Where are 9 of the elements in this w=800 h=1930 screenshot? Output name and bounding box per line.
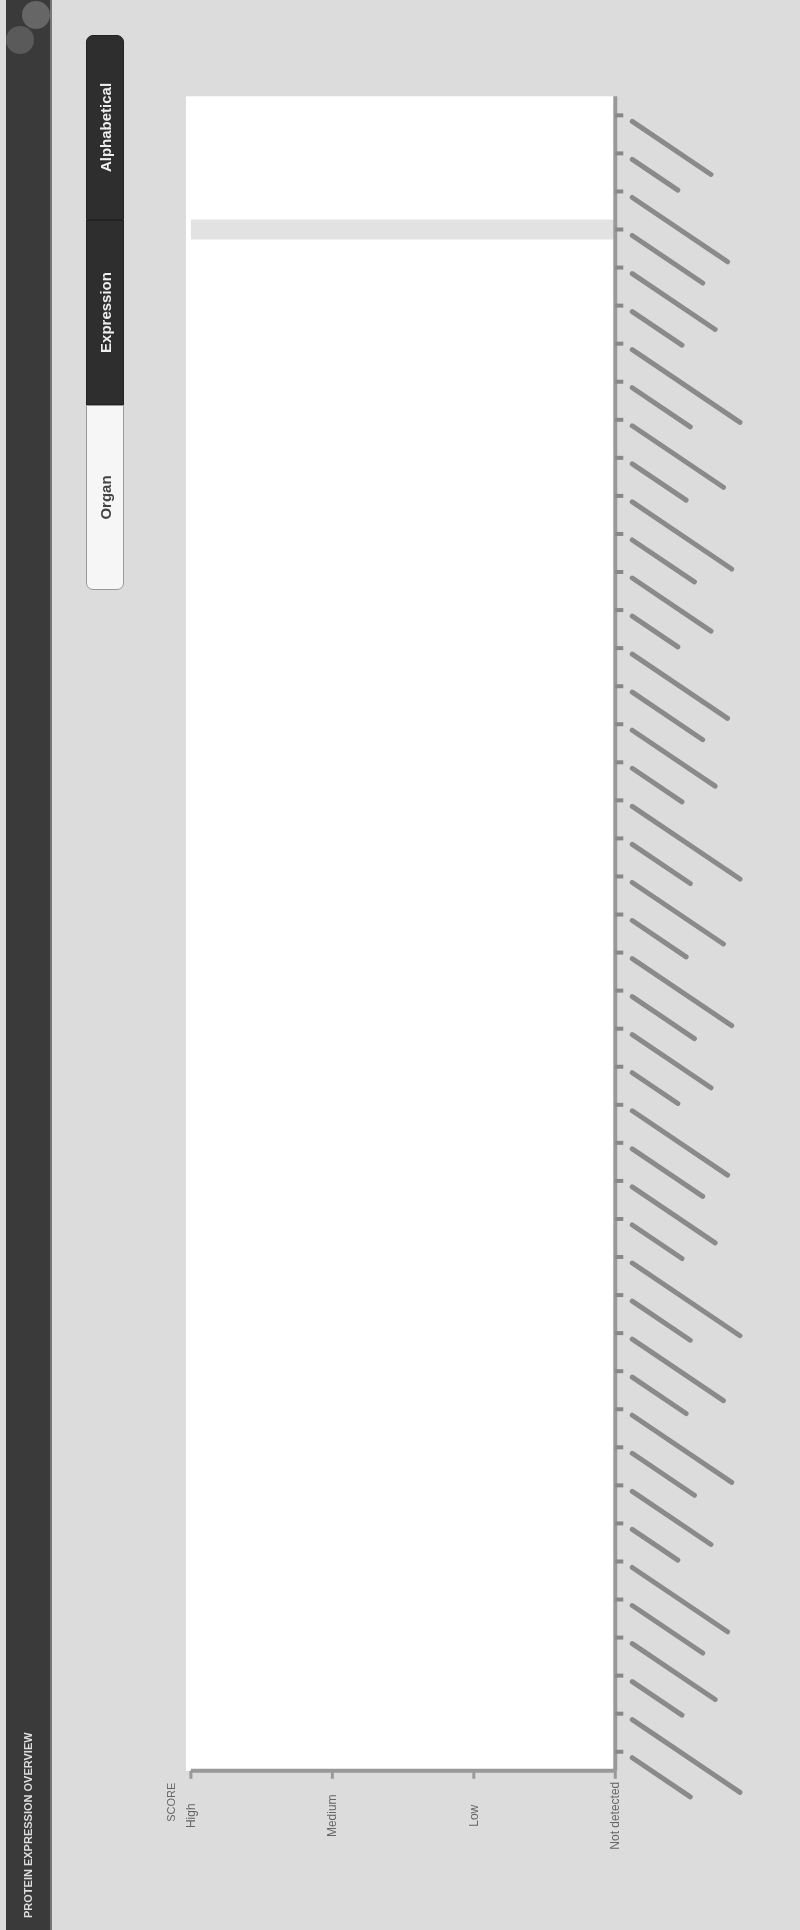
axis-label: High <box>183 1803 198 1828</box>
sort-button[interactable]: Organ <box>86 405 124 590</box>
sort-button[interactable]: Alphabetical <box>86 35 124 220</box>
axis-title: SCORE <box>164 1782 177 1822</box>
axis-label: Not detected <box>608 1781 623 1850</box>
page-title: PROTEIN EXPRESSION OVERVIEW <box>22 1732 34 1918</box>
axis-label: Low <box>466 1804 481 1827</box>
sort-button[interactable]: Expression <box>86 220 124 405</box>
axis-label: Medium <box>325 1794 340 1837</box>
